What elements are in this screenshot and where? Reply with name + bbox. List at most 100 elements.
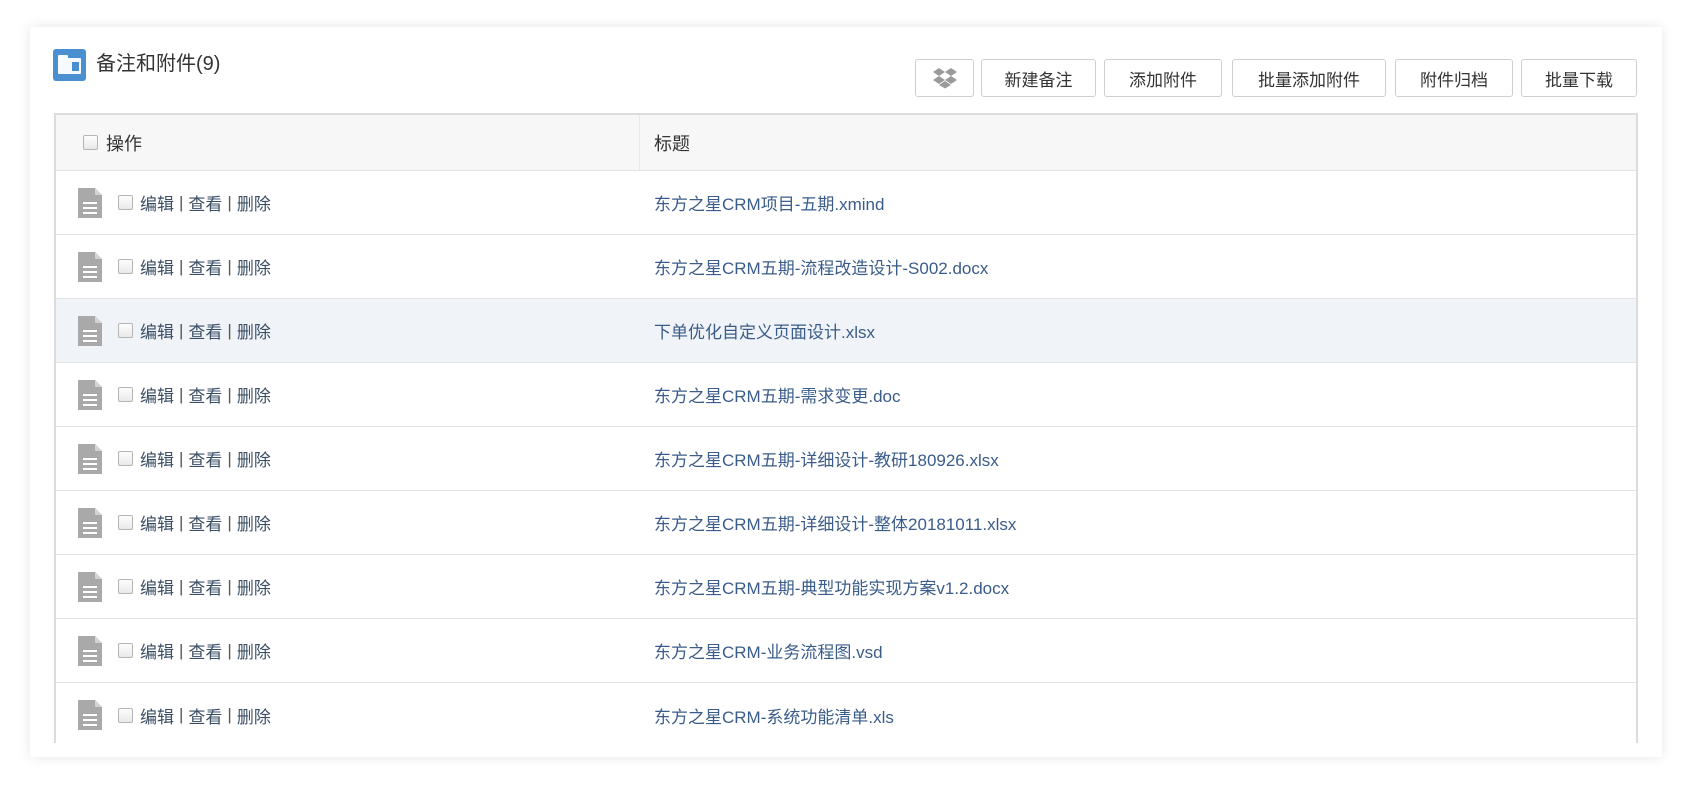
dropbox-button[interactable] (915, 59, 974, 97)
attachment-title-link[interactable]: 东方之星CRM五期-流程改造设计-S002.docx (654, 259, 988, 278)
row-actions-cell: 编辑 | 查看 | 删除 (56, 619, 640, 682)
action-separator: | (179, 384, 184, 404)
row-actions-cell: 编辑 | 查看 | 删除 (56, 555, 640, 618)
row-checkbox[interactable] (118, 195, 133, 210)
document-icon (78, 700, 102, 730)
row-actions: 编辑 | 查看 | 删除 (140, 510, 271, 535)
action-separator: | (179, 448, 184, 468)
batch-add-attachment-button[interactable]: 批量添加附件 (1232, 59, 1386, 97)
table-body: 编辑 | 查看 | 删除 东方之星CRM项目-五期.xmind 编辑 | 查看 … (56, 171, 1636, 747)
row-title-cell: 东方之星CRM项目-五期.xmind (640, 190, 1636, 215)
action-separator: | (179, 576, 184, 596)
folder-icon (53, 49, 86, 81)
edit-link[interactable]: 编辑 (140, 574, 174, 599)
row-checkbox[interactable] (118, 579, 133, 594)
attachment-title-link[interactable]: 东方之星CRM五期-详细设计-教研180926.xlsx (654, 451, 999, 470)
row-checkbox[interactable] (118, 323, 133, 338)
edit-link[interactable]: 编辑 (140, 703, 174, 728)
row-checkbox[interactable] (118, 451, 133, 466)
batch-download-button[interactable]: 批量下载 (1521, 59, 1637, 97)
row-checkbox[interactable] (118, 259, 133, 274)
row-checkbox[interactable] (118, 387, 133, 402)
row-actions: 编辑 | 查看 | 删除 (140, 446, 271, 471)
row-title-cell: 东方之星CRM五期-详细设计-教研180926.xlsx (640, 446, 1636, 471)
row-actions: 编辑 | 查看 | 删除 (140, 703, 271, 728)
edit-link[interactable]: 编辑 (140, 446, 174, 471)
delete-link[interactable]: 删除 (237, 254, 271, 279)
action-separator: | (179, 192, 184, 212)
view-link[interactable]: 查看 (188, 638, 222, 663)
select-all-checkbox[interactable] (83, 135, 98, 150)
action-separator: | (179, 256, 184, 276)
table-row: 编辑 | 查看 | 删除 东方之星CRM-系统功能清单.xls (56, 683, 1636, 747)
document-icon (78, 315, 102, 346)
row-actions: 编辑 | 查看 | 删除 (140, 190, 271, 215)
action-separator: | (179, 320, 184, 340)
document-icon (78, 187, 102, 218)
document-icon (78, 571, 102, 602)
edit-link[interactable]: 编辑 (140, 638, 174, 663)
action-separator: | (227, 640, 232, 660)
row-checkbox[interactable] (118, 707, 133, 723)
edit-link[interactable]: 编辑 (140, 190, 174, 215)
view-link[interactable]: 查看 (188, 510, 222, 535)
row-actions-cell: 编辑 | 查看 | 删除 (56, 235, 640, 298)
row-checkbox[interactable] (118, 515, 133, 530)
action-separator: | (179, 640, 184, 660)
attachment-title-link[interactable]: 下单优化自定义页面设计.xlsx (654, 323, 875, 342)
attachment-title-link[interactable]: 东方之星CRM五期-详细设计-整体20181011.xlsx (654, 515, 1016, 534)
row-actions-cell: 编辑 | 查看 | 删除 (56, 491, 640, 554)
view-link[interactable]: 查看 (188, 446, 222, 471)
action-separator: | (227, 256, 232, 276)
action-separator: | (227, 512, 232, 532)
row-actions-cell: 编辑 | 查看 | 删除 (56, 427, 640, 490)
view-link[interactable]: 查看 (188, 254, 222, 279)
delete-link[interactable]: 删除 (237, 703, 271, 728)
action-separator: | (227, 320, 232, 340)
edit-link[interactable]: 编辑 (140, 510, 174, 535)
action-separator: | (227, 576, 232, 596)
row-title-cell: 东方之星CRM-系统功能清单.xls (640, 703, 1636, 728)
title-column-header: 标题 (654, 133, 690, 154)
table-header: 操作 标题 (56, 115, 1636, 171)
attachment-title-link[interactable]: 东方之星CRM-业务流程图.vsd (654, 643, 883, 662)
delete-link[interactable]: 删除 (237, 574, 271, 599)
row-checkbox[interactable] (118, 643, 133, 658)
add-attachment-button[interactable]: 添加附件 (1104, 59, 1222, 97)
delete-link[interactable]: 删除 (237, 446, 271, 471)
view-link[interactable]: 查看 (188, 703, 222, 728)
attachment-title-link[interactable]: 东方之星CRM项目-五期.xmind (654, 195, 884, 214)
delete-link[interactable]: 删除 (237, 382, 271, 407)
row-actions: 编辑 | 查看 | 删除 (140, 318, 271, 343)
delete-link[interactable]: 删除 (237, 510, 271, 535)
action-separator: | (179, 512, 184, 532)
delete-link[interactable]: 删除 (237, 318, 271, 343)
edit-link[interactable]: 编辑 (140, 318, 174, 343)
table-row: 编辑 | 查看 | 删除 东方之星CRM五期-流程改造设计-S002.docx (56, 235, 1636, 299)
delete-link[interactable]: 删除 (237, 190, 271, 215)
row-actions: 编辑 | 查看 | 删除 (140, 574, 271, 599)
row-actions-cell: 编辑 | 查看 | 删除 (56, 171, 640, 234)
archive-attachment-button[interactable]: 附件归档 (1395, 59, 1513, 97)
ops-column-label: 操作 (106, 133, 142, 154)
document-icon (78, 507, 102, 538)
view-link[interactable]: 查看 (188, 318, 222, 343)
document-icon (78, 443, 102, 474)
edit-link[interactable]: 编辑 (140, 382, 174, 407)
table-row: 编辑 | 查看 | 删除 东方之星CRM项目-五期.xmind (56, 171, 1636, 235)
table-row: 编辑 | 查看 | 删除 东方之星CRM五期-典型功能实现方案v1.2.docx (56, 555, 1636, 619)
attachment-title-link[interactable]: 东方之星CRM-系统功能清单.xls (654, 708, 894, 727)
row-title-cell: 东方之星CRM五期-典型功能实现方案v1.2.docx (640, 574, 1636, 599)
row-title-cell: 下单优化自定义页面设计.xlsx (640, 318, 1636, 343)
edit-link[interactable]: 编辑 (140, 254, 174, 279)
dropbox-icon (932, 68, 957, 89)
view-link[interactable]: 查看 (188, 574, 222, 599)
delete-link[interactable]: 删除 (237, 638, 271, 663)
row-title-cell: 东方之星CRM五期-详细设计-整体20181011.xlsx (640, 510, 1636, 535)
action-separator: | (227, 705, 232, 724)
attachment-title-link[interactable]: 东方之星CRM五期-需求变更.doc (654, 387, 901, 406)
view-link[interactable]: 查看 (188, 382, 222, 407)
view-link[interactable]: 查看 (188, 190, 222, 215)
attachment-title-link[interactable]: 东方之星CRM五期-典型功能实现方案v1.2.docx (654, 579, 1009, 598)
new-note-button[interactable]: 新建备注 (981, 59, 1096, 97)
